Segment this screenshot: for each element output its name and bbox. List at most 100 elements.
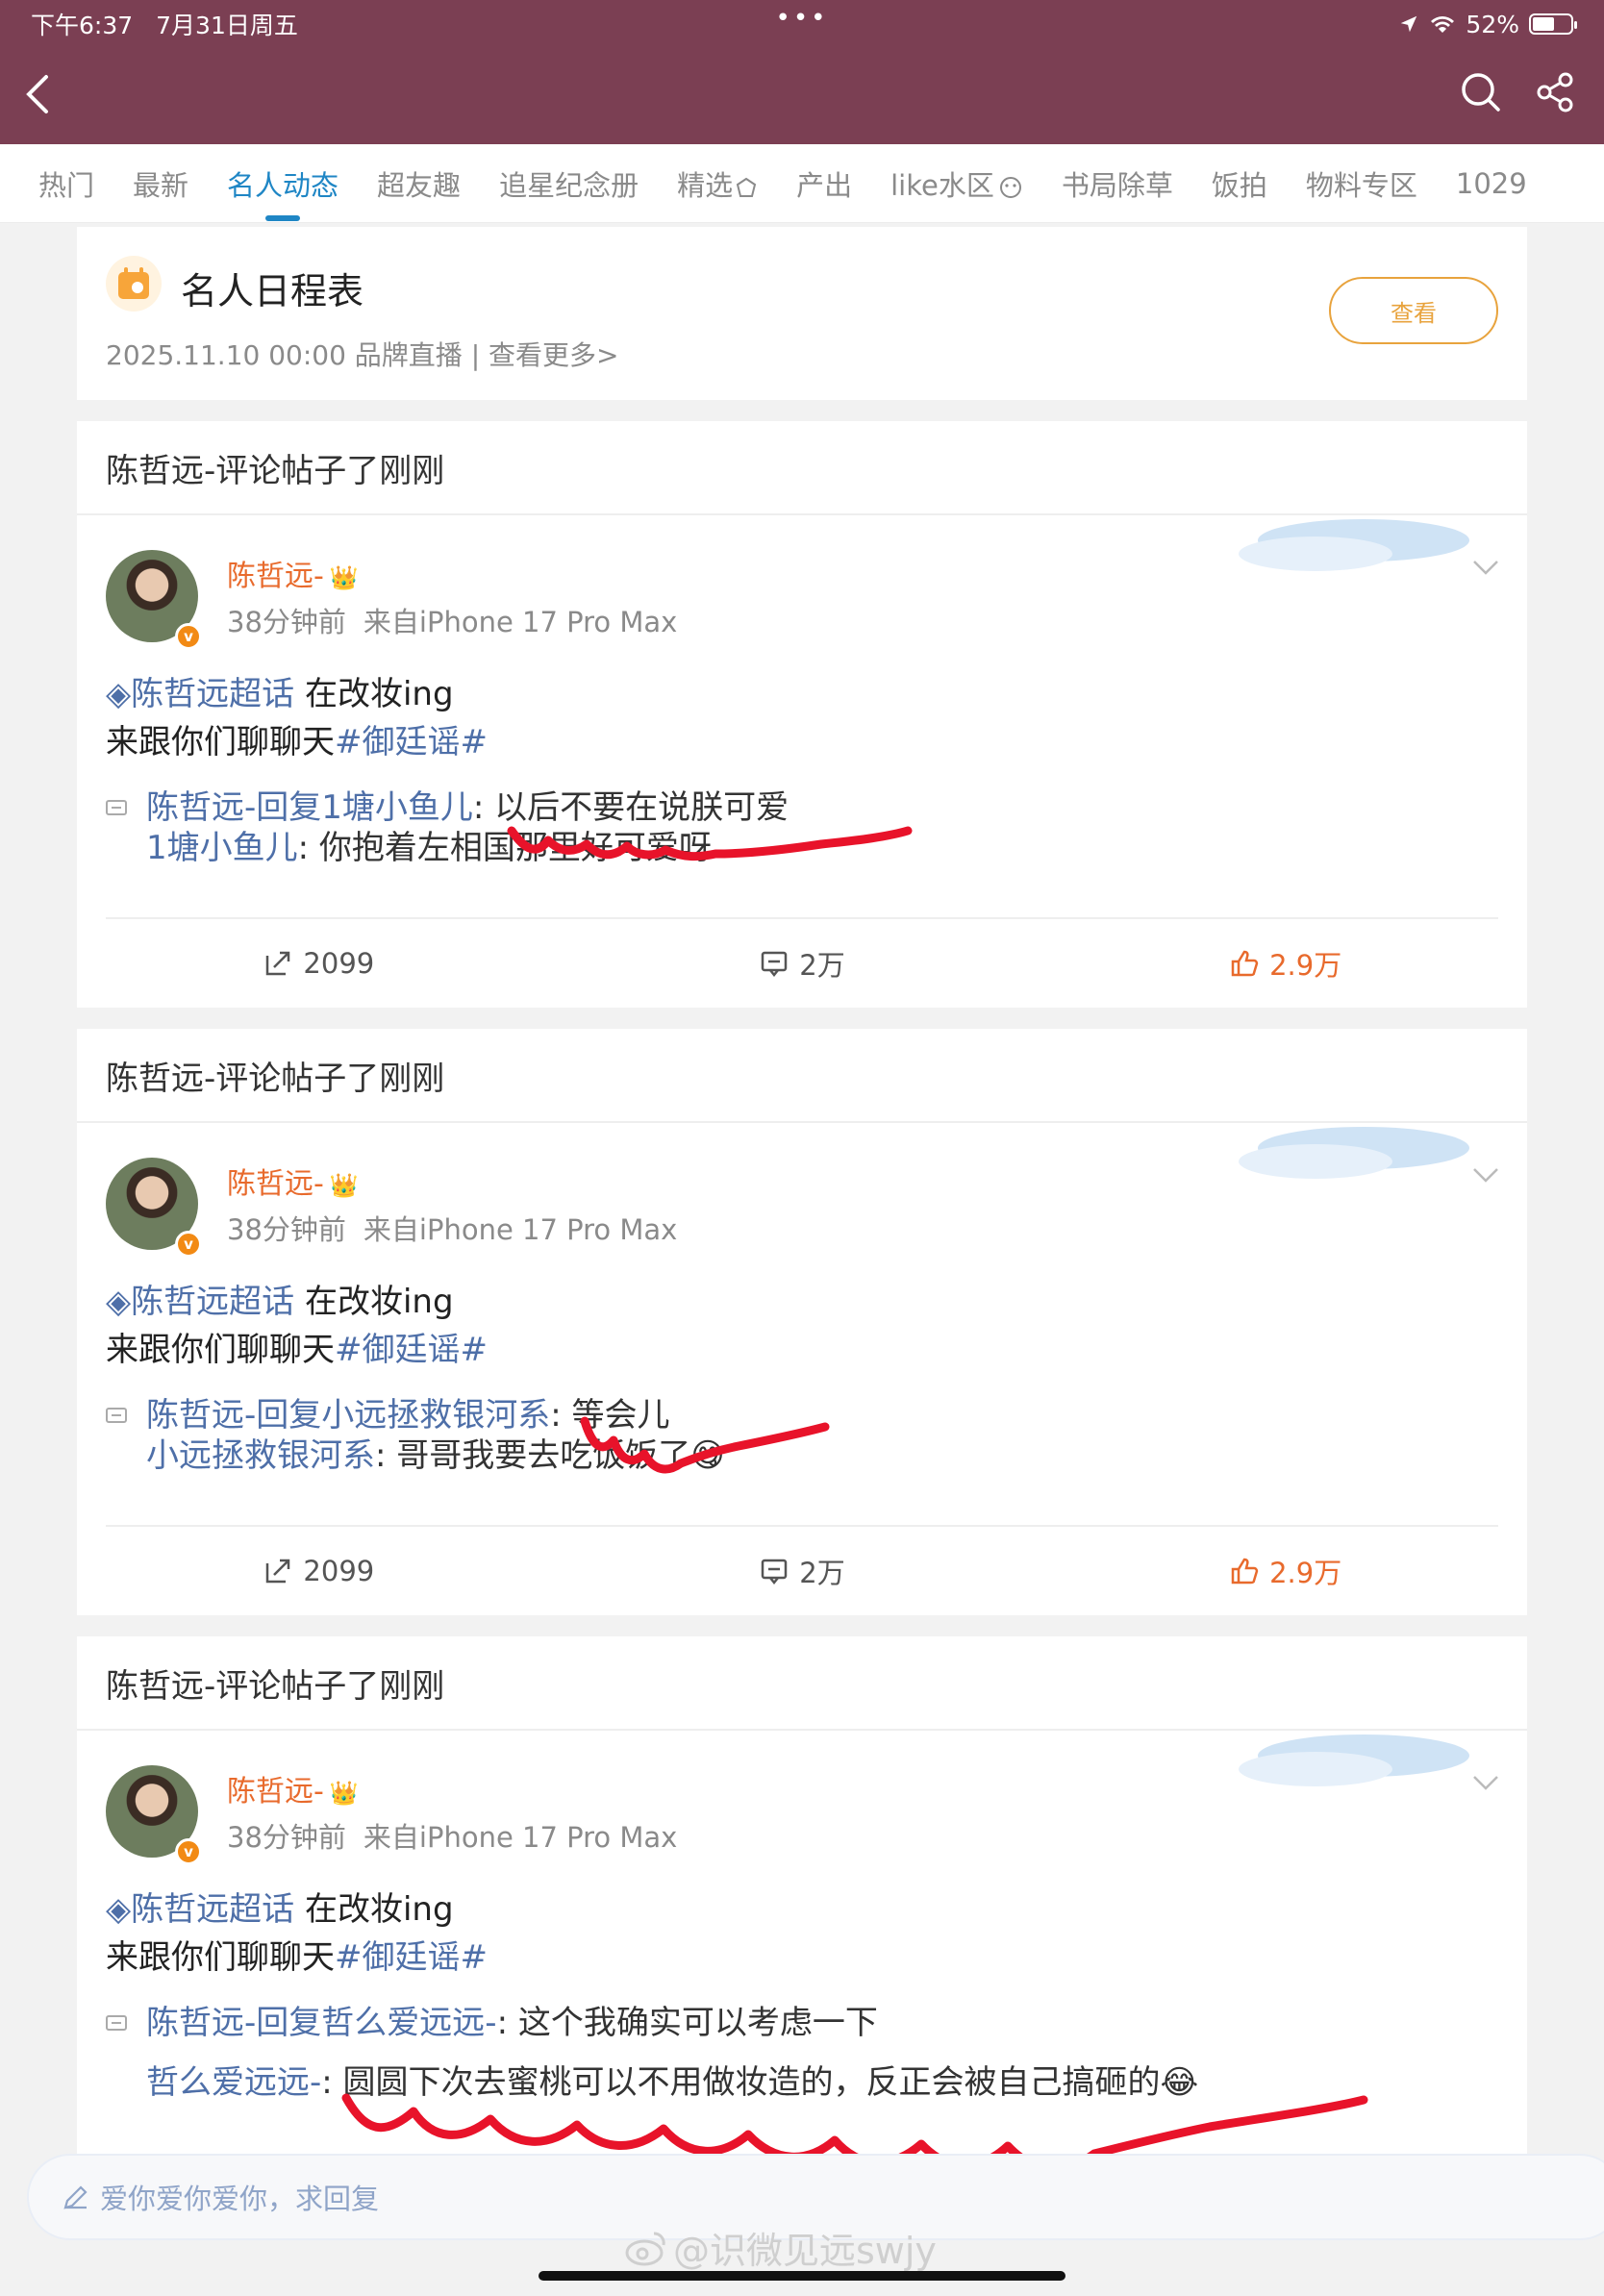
post-actions: 2099 2万 2.9万 [77, 1527, 1527, 1615]
post-text-line2: 来跟你们聊聊天#御廷谣# [106, 715, 488, 762]
original-comment-text: : 你抱着左相国那里好可爱呀 [297, 829, 712, 867]
original-comment[interactable]: 1塘小鱼儿: 你抱着左相国那里好可爱呀 [146, 821, 712, 868]
comment-button[interactable]: 2万 [561, 919, 1044, 1008]
super-topic-link[interactable]: ◈陈哲远超话 [106, 1890, 294, 1929]
original-comment-user[interactable]: 哲么爱远远- [146, 2063, 321, 2102]
original-comment-text: : 圆圆下次去蜜桃可以不用做妆造的，反正会被自己搞砸的😂 [321, 2063, 1199, 2102]
post-meta: 38分钟前 来自iPhone 17 Pro Max [227, 1208, 694, 1248]
view-schedule-button[interactable]: 查看 [1329, 277, 1498, 344]
comment-icon [106, 2014, 127, 2031]
repost-count: 2099 [303, 1555, 375, 1587]
chevron-down-icon[interactable] [1471, 558, 1500, 577]
status-date: 7月31日周五 [156, 12, 298, 39]
tab-bookstore[interactable]: 书局除草 [1062, 163, 1173, 204]
chevron-down-icon[interactable] [1471, 1165, 1500, 1185]
tab-fun[interactable]: 超友趣 [377, 163, 461, 204]
repost-button[interactable]: 2099 [77, 919, 561, 1008]
post-body: v 陈哲远- 👑 38分钟前 来自iPhone 17 Pro Max ◈陈哲远超话 … [77, 515, 1527, 1008]
share-icon[interactable] [1533, 69, 1579, 115]
repost-icon [266, 951, 290, 976]
thumbs-up-icon [1231, 1558, 1259, 1585]
super-topic-link[interactable]: ◈陈哲远超话 [106, 675, 294, 713]
tab-materials[interactable]: 物料专区 [1306, 163, 1417, 204]
post-activity-header: 陈哲远-评论帖子了刚刚 [77, 1636, 1527, 1731]
wifi-icon [1431, 16, 1455, 33]
chevron-down-icon[interactable] [1471, 1773, 1500, 1792]
like-count: 2.9万 [1269, 1557, 1342, 1589]
calendar-icon [106, 256, 162, 312]
tab-album[interactable]: 追星纪念册 [499, 163, 639, 204]
author-name[interactable]: 陈哲远- 👑 [227, 552, 359, 594]
tab-like-water[interactable]: like水区 [890, 163, 1023, 204]
author-name-text: 陈哲远- [227, 1167, 324, 1201]
weibo-logo-icon [625, 2231, 665, 2265]
super-topic-link[interactable]: ◈陈哲远超话 [106, 1283, 294, 1321]
pencil-icon [63, 2185, 88, 2209]
like-count: 2.9万 [1269, 949, 1342, 982]
post-card: 陈哲远-评论帖子了刚刚 v 陈哲远- 👑 38分钟前 来自iPhone 17 Pro… [77, 421, 1527, 1008]
reply-target-user[interactable]: 哲么爱远远- [321, 2004, 496, 2042]
comment-icon [106, 1407, 127, 1423]
tab-celebrity-updates[interactable]: 名人动态 [227, 163, 338, 204]
channel-tabs: 热门 最新 名人动态 超友趣 追星纪念册 精选 产出 like水区 书局除草 饭… [0, 144, 1604, 223]
reply-comment[interactable]: 陈哲远-回复哲么爱远远-: 这个我确实可以考虑一下 [106, 1996, 878, 2043]
post-source: 来自iPhone 17 Pro Max [363, 1821, 678, 1854]
comment-icon [762, 951, 788, 978]
home-indicator[interactable] [539, 2271, 1065, 2281]
hashtag-link[interactable]: #御廷谣# [335, 1938, 488, 1977]
location-icon [1401, 15, 1417, 33]
post-card: 陈哲远-评论帖子了刚刚 v 陈哲远- 👑 38分钟前 来自iPhone 17 Pro… [77, 1029, 1527, 1615]
original-comment[interactable]: 哲么爱远远-: 圆圆下次去蜜桃可以不用做妆造的，反正会被自己搞砸的😂 [146, 2056, 1198, 2103]
post-text-line1: ◈陈哲远超话 在改妆ing [106, 1275, 454, 1322]
post-actions: 2099 2万 2.9万 [77, 919, 1527, 1008]
like-button[interactable]: 2.9万 [1043, 1527, 1527, 1615]
tab-latest[interactable]: 最新 [133, 163, 188, 204]
post-text: 来跟你们聊聊天 [106, 1938, 335, 1977]
tab-output[interactable]: 产出 [796, 163, 852, 204]
post-card: 陈哲远-评论帖子了刚刚 v 陈哲远- 👑 38分钟前 来自iPhone 17 Pro… [77, 1636, 1527, 2154]
post-activity-header: 陈哲远-评论帖子了刚刚 [77, 1029, 1527, 1123]
battery-percent: 52% [1466, 10, 1519, 38]
schedule-subtitle[interactable]: 2025.11.10 00:00 品牌直播 | 查看更多> [106, 335, 619, 373]
face-tag-icon [999, 176, 1021, 198]
post-body: v 陈哲远- 👑 38分钟前 来自iPhone 17 Pro Max ◈陈哲远超话 … [77, 1731, 1527, 2154]
hashtag-link[interactable]: #御廷谣# [335, 723, 488, 761]
cloud-decoration [1239, 1127, 1469, 1179]
post-time: 38分钟前 [227, 1213, 346, 1246]
author-name[interactable]: 陈哲远- 👑 [227, 1767, 359, 1809]
search-icon[interactable] [1458, 69, 1504, 115]
verified-badge-icon: v [175, 1838, 202, 1865]
repost-button[interactable]: 2099 [77, 1527, 561, 1615]
post-text-line1: ◈陈哲远超话 在改妆ing [106, 1883, 454, 1930]
cloud-decoration [1239, 1734, 1469, 1786]
original-comment[interactable]: 小远拯救银河系: 哥哥我要去吃饭饭了😋 [146, 1429, 725, 1476]
post-text-line2: 来跟你们聊聊天#御廷谣# [106, 1323, 488, 1370]
post-text-line1: ◈陈哲远超话 在改妆ing [106, 667, 454, 714]
tab-1029[interactable]: 1029 [1456, 167, 1527, 200]
tab-fan-photos[interactable]: 饭拍 [1212, 163, 1267, 204]
status-time: 下午6:37 [31, 12, 134, 39]
original-comment-user[interactable]: 1塘小鱼儿 [146, 829, 298, 867]
repost-icon [266, 1559, 290, 1584]
chevron-left-icon[interactable] [21, 73, 56, 115]
comment-icon [762, 1559, 788, 1585]
crown-icon: 👑 [329, 564, 359, 591]
top-header: 下午6:37 7月31日周五 ••• 52% [0, 0, 1604, 144]
schedule-card[interactable]: 名人日程表 2025.11.10 00:00 品牌直播 | 查看更多> 查看 [77, 227, 1527, 400]
multitask-dots[interactable]: ••• [775, 4, 828, 33]
reply-prefix: 陈哲远-回复 [146, 2004, 322, 2042]
tab-featured[interactable]: 精选 [677, 163, 758, 204]
original-comment-user[interactable]: 小远拯救银河系 [146, 1436, 375, 1475]
tab-like-water-label: like水区 [890, 168, 994, 202]
post-source: 来自iPhone 17 Pro Max [363, 606, 678, 638]
comment-button[interactable]: 2万 [561, 1527, 1044, 1615]
author-name[interactable]: 陈哲远- 👑 [227, 1160, 359, 1202]
like-button[interactable]: 2.9万 [1043, 919, 1527, 1008]
verified-badge-icon: v [175, 1231, 202, 1258]
post-text: 来跟你们聊聊天 [106, 1331, 335, 1369]
tab-hot[interactable]: 热门 [38, 163, 94, 204]
post-body: v 陈哲远- 👑 38分钟前 来自iPhone 17 Pro Max ◈陈哲远超话 … [77, 1123, 1527, 1615]
schedule-title: 名人日程表 [181, 270, 364, 312]
comment-icon [106, 799, 127, 815]
hashtag-link[interactable]: #御廷谣# [335, 1331, 488, 1369]
